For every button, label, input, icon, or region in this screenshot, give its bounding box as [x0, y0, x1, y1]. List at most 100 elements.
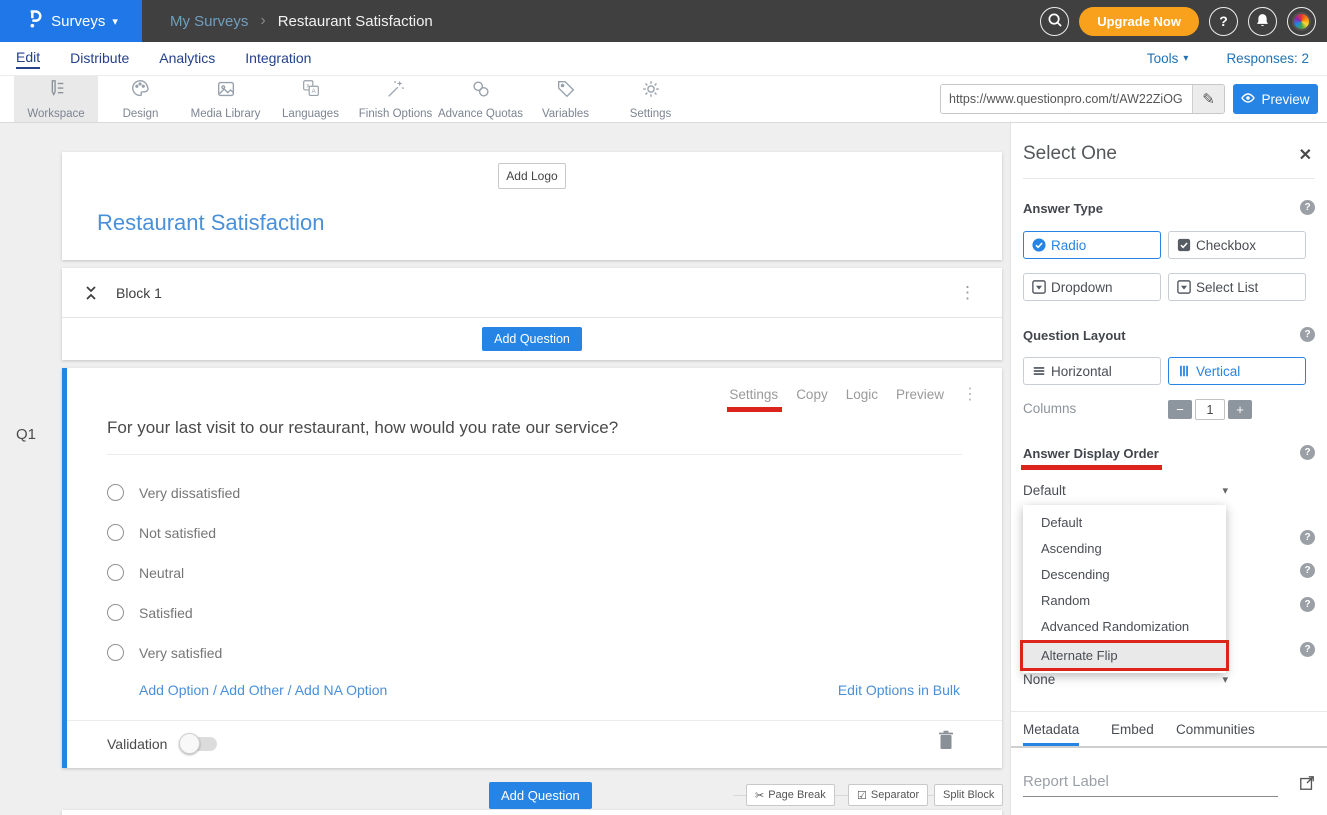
toolbar-settings[interactable]: Settings [608, 76, 693, 122]
block-title[interactable]: Block 1 [116, 285, 162, 301]
gear-icon [640, 78, 662, 105]
option-label[interactable]: Neutral [139, 565, 184, 581]
add-option-link[interactable]: Add Option [139, 682, 209, 698]
option-label[interactable]: Very dissatisfied [139, 485, 240, 501]
palette-icon [130, 78, 152, 105]
question-tab-logic[interactable]: Logic [846, 387, 878, 402]
report-label-input[interactable] [1023, 771, 1278, 797]
answer-display-order-select[interactable]: Default ▾ [1023, 483, 1228, 498]
preview-button[interactable]: Preview [1233, 84, 1318, 114]
help-button[interactable]: ? [1209, 7, 1238, 36]
answer-type-select-list[interactable]: Select List [1168, 273, 1306, 301]
divider [1011, 746, 1327, 748]
nav-tab-integration[interactable]: Integration [245, 50, 311, 68]
edit-url-pencil-icon[interactable]: ✎ [1192, 85, 1224, 113]
toolbar-media-library[interactable]: Media Library [183, 76, 268, 122]
notifications-button[interactable] [1248, 7, 1277, 36]
delete-question-trash-icon[interactable] [938, 730, 954, 750]
radio-button[interactable] [107, 484, 124, 501]
panel-tab-metadata[interactable]: Metadata [1023, 722, 1079, 746]
panel-tab-embed[interactable]: Embed [1111, 722, 1154, 743]
columns-value[interactable]: 1 [1195, 399, 1225, 420]
panel-title: Select One [1023, 143, 1117, 165]
question-tab-copy[interactable]: Copy [796, 387, 828, 402]
responses-count[interactable]: Responses: 2 [1226, 51, 1309, 66]
radio-button[interactable] [107, 644, 124, 661]
tools-menu[interactable]: Tools ▾ [1147, 51, 1189, 66]
dropdown-box-icon [1032, 280, 1046, 294]
toolbar-design[interactable]: Design [98, 76, 183, 122]
separator-button[interactable]: ☑ Separator [848, 784, 928, 806]
breadcrumb-my-surveys[interactable]: My Surveys [170, 13, 248, 30]
add-logo-button[interactable]: Add Logo [498, 163, 566, 189]
answer-display-order-help-icon[interactable]: ? [1300, 445, 1315, 460]
toolbar-languages[interactable]: xA Languages [268, 76, 353, 122]
toolbar-label: Design [123, 108, 159, 120]
answer-type-radio[interactable]: Radio [1023, 231, 1161, 259]
upgrade-now-button[interactable]: Upgrade Now [1079, 7, 1199, 36]
collapse-block-icon[interactable] [82, 285, 100, 301]
radio-button[interactable] [107, 604, 124, 621]
menu-item-alternate-flip[interactable]: Alternate Flip [1020, 640, 1229, 671]
scissors-icon: ✂ [755, 789, 764, 802]
option-label[interactable]: Satisfied [139, 605, 193, 621]
question-menu-dots-icon[interactable]: ⋮ [962, 384, 978, 404]
none-select[interactable]: None ▾ [1023, 672, 1228, 687]
answer-type-help-icon[interactable]: ? [1300, 200, 1315, 215]
page-break-button[interactable]: ✂ Page Break [746, 784, 835, 806]
account-avatar[interactable] [1287, 7, 1316, 36]
option-label[interactable]: Not satisfied [139, 525, 216, 541]
toolbar-variables[interactable]: Variables [523, 76, 608, 122]
menu-item-ascending[interactable]: Ascending [1023, 536, 1226, 562]
add-question-button-top[interactable]: Add Question [482, 327, 582, 351]
nav-tab-edit[interactable]: Edit [16, 49, 40, 69]
validation-toggle[interactable] [181, 737, 217, 751]
answer-option-row: Neutral [107, 564, 184, 581]
toolbar-finish-options[interactable]: Finish Options [353, 76, 438, 122]
add-na-option-link[interactable]: Add NA Option [295, 682, 388, 698]
menu-item-advanced-randomization[interactable]: Advanced Randomization [1023, 614, 1226, 640]
menu-item-random[interactable]: Random [1023, 588, 1226, 614]
hidden-setting-help-icon[interactable]: ? [1300, 530, 1315, 545]
layout-vertical-button[interactable]: Vertical [1168, 357, 1306, 385]
option-label[interactable]: Very satisfied [139, 645, 222, 661]
expand-external-icon[interactable] [1299, 775, 1315, 791]
validation-label: Validation [107, 736, 167, 752]
slash-separator: / [284, 682, 295, 698]
breadcrumb-current: Restaurant Satisfaction [278, 13, 433, 30]
panel-tab-communities[interactable]: Communities [1176, 722, 1255, 743]
columns-increment-button[interactable]: + [1228, 400, 1252, 419]
radio-button[interactable] [107, 564, 124, 581]
question-tab-settings[interactable]: Settings [729, 387, 778, 402]
edit-options-in-bulk-link[interactable]: Edit Options in Bulk [838, 682, 960, 698]
toolbar-label: Settings [630, 108, 672, 120]
columns-decrement-button[interactable]: − [1168, 400, 1192, 419]
toolbar-workspace[interactable]: Workspace [14, 76, 98, 122]
nav-tab-analytics[interactable]: Analytics [159, 50, 215, 68]
block-menu-dots-icon[interactable]: ⋮ [959, 283, 976, 303]
add-other-link[interactable]: Add Other [220, 682, 284, 698]
breadcrumb-separator-icon: › [260, 12, 265, 30]
hidden-setting-help-icon[interactable]: ? [1300, 597, 1315, 612]
close-icon[interactable]: ✕ [1299, 145, 1312, 165]
hidden-setting-help-icon[interactable]: ? [1300, 642, 1315, 657]
layout-horizontal-button[interactable]: Horizontal [1023, 357, 1161, 385]
radio-button[interactable] [107, 524, 124, 541]
search-button[interactable] [1040, 7, 1069, 36]
product-switcher[interactable]: Surveys ▾ [0, 0, 142, 42]
menu-item-default[interactable]: Default [1023, 510, 1226, 536]
question-text[interactable]: For your last visit to our restaurant, h… [107, 418, 618, 438]
question-layout-help-icon[interactable]: ? [1300, 327, 1315, 342]
split-block-button[interactable]: Split Block [934, 784, 1003, 806]
menu-item-descending[interactable]: Descending [1023, 562, 1226, 588]
checkbox-checked-icon: ☑ [857, 789, 867, 802]
survey-title[interactable]: Restaurant Satisfaction [97, 210, 324, 236]
survey-url-input[interactable] [941, 85, 1192, 113]
answer-type-dropdown[interactable]: Dropdown [1023, 273, 1161, 301]
hidden-setting-help-icon[interactable]: ? [1300, 563, 1315, 578]
toolbar-advance-quotas[interactable]: Advance Quotas [438, 76, 523, 122]
nav-tab-distribute[interactable]: Distribute [70, 50, 129, 68]
answer-type-checkbox[interactable]: Checkbox [1168, 231, 1306, 259]
question-tab-preview[interactable]: Preview [896, 387, 944, 402]
add-question-button-bottom[interactable]: Add Question [489, 782, 592, 809]
